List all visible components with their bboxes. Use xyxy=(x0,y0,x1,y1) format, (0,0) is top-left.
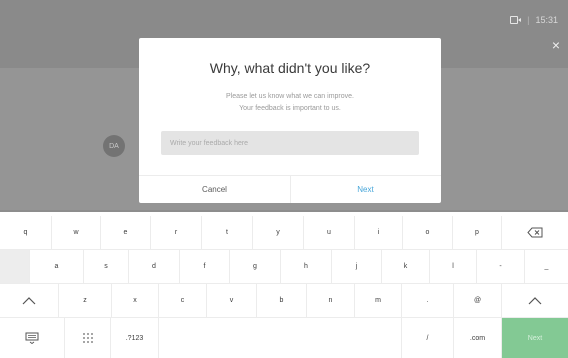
key-f[interactable]: f xyxy=(180,250,230,284)
key-s[interactable]: s xyxy=(84,250,129,284)
key-t[interactable]: t xyxy=(202,216,253,250)
shift-icon xyxy=(22,297,36,305)
key-c[interactable]: c xyxy=(159,284,207,318)
cancel-button[interactable]: Cancel xyxy=(139,175,290,203)
shift-icon xyxy=(528,297,542,305)
key-a[interactable]: a xyxy=(30,250,84,284)
key-n[interactable]: n xyxy=(307,284,355,318)
status-separator: | xyxy=(527,15,530,25)
key-row2-padding xyxy=(0,250,30,284)
feedback-dialog: Why, what didn't you like? Please let us… xyxy=(139,38,441,203)
key-b[interactable]: b xyxy=(257,284,307,318)
backspace-icon xyxy=(527,227,543,238)
key-at[interactable]: @ xyxy=(454,284,502,318)
dialog-title: Why, what didn't you like? xyxy=(209,60,371,76)
key-l[interactable]: l xyxy=(430,250,477,284)
dialpad-icon xyxy=(82,333,93,343)
key-j[interactable]: j xyxy=(332,250,382,284)
dialog-subtitle-line2: Your feedback is important to us. xyxy=(239,105,341,112)
space-key[interactable] xyxy=(159,318,402,358)
key-o[interactable]: o xyxy=(403,216,453,250)
key-period[interactable]: . xyxy=(402,284,454,318)
key-hyphen[interactable]: - xyxy=(477,250,525,284)
key-g[interactable]: g xyxy=(230,250,281,284)
key-z[interactable]: z xyxy=(59,284,112,318)
feedback-input[interactable]: Write your feedback here xyxy=(161,131,419,155)
avatar: DA xyxy=(103,135,125,157)
key-i[interactable]: i xyxy=(355,216,403,250)
next-button[interactable]: Next xyxy=(290,175,441,203)
key-slash[interactable]: / xyxy=(402,318,454,358)
key-k[interactable]: k xyxy=(382,250,430,284)
dialpad-key[interactable] xyxy=(65,318,111,358)
keyboard-icon xyxy=(25,332,39,344)
close-icon[interactable]: × xyxy=(552,38,560,52)
backspace-key[interactable] xyxy=(502,216,568,250)
key-m[interactable]: m xyxy=(355,284,402,318)
numeric-key[interactable]: .?123 xyxy=(111,318,159,358)
key-p[interactable]: p xyxy=(453,216,502,250)
key-w[interactable]: w xyxy=(52,216,101,250)
hide-keyboard-key[interactable] xyxy=(0,318,65,358)
keyboard-next-key[interactable]: Next xyxy=(502,318,568,358)
key-x[interactable]: x xyxy=(112,284,159,318)
on-screen-keyboard: q w e r t y u i o p a s d f g h j k l - … xyxy=(0,212,568,358)
dialog-subtitle-line1: Please let us know what we can improve. xyxy=(225,93,354,100)
key-d[interactable]: d xyxy=(129,250,180,284)
camera-icon xyxy=(510,16,522,24)
right-shift-key[interactable] xyxy=(502,284,568,318)
key-y[interactable]: y xyxy=(253,216,304,250)
clock-time: 15:31 xyxy=(535,15,558,25)
key-e[interactable]: e xyxy=(101,216,151,250)
left-shift-key[interactable] xyxy=(0,284,59,318)
key-dotcom[interactable]: .com xyxy=(454,318,502,358)
key-q[interactable]: q xyxy=(0,216,52,250)
status-area: | 15:31 xyxy=(510,15,558,25)
dialog-subtitle: Please let us know what we can improve. … xyxy=(139,91,441,115)
key-u[interactable]: u xyxy=(304,216,355,250)
key-h[interactable]: h xyxy=(281,250,332,284)
key-underscore[interactable]: _ xyxy=(525,250,568,284)
key-r[interactable]: r xyxy=(151,216,202,250)
key-v[interactable]: v xyxy=(207,284,257,318)
